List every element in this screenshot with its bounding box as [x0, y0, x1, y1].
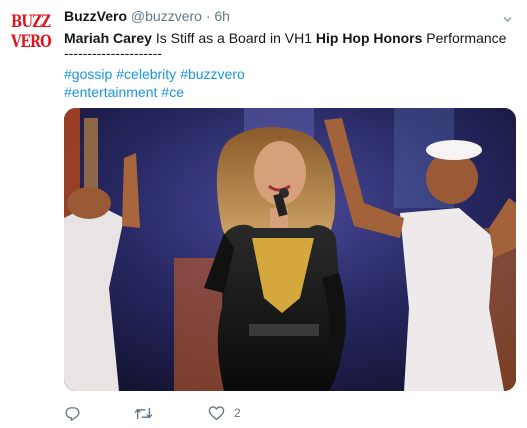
tweet-text-dashes: ---------------------: [64, 45, 162, 61]
timestamp[interactable]: 6h: [214, 8, 230, 24]
hashtag-link[interactable]: #ce: [161, 84, 184, 100]
hashtag-link[interactable]: #entertainment: [64, 84, 157, 100]
tweet-text-mid: Is Stiff as a Board in VH1: [151, 30, 316, 46]
display-name[interactable]: BuzzVero: [64, 8, 127, 24]
heart-icon: [208, 405, 225, 421]
hashtag-link[interactable]: #celebrity: [116, 66, 176, 82]
handle[interactable]: @buzzvero: [131, 8, 202, 24]
tweet-text-bold-2: Hip Hop Honors: [315, 30, 423, 46]
reply-icon: [64, 405, 81, 422]
retweet-icon: [134, 405, 153, 422]
tweet[interactable]: BUZZ VERO BuzzVero @buzzvero · 6h Mariah…: [0, 0, 527, 428]
hashtag-link[interactable]: #gossip: [64, 66, 112, 82]
retweet-button[interactable]: [134, 403, 153, 423]
chevron-down-icon[interactable]: [503, 11, 512, 22]
tweet-text-end: Performance: [422, 30, 507, 46]
like-count: 2: [234, 406, 241, 420]
avatar-logo-line2: VERO: [11, 32, 52, 52]
hashtags-line-2: #entertainment #ce: [64, 84, 188, 100]
separator: ·: [205, 8, 211, 24]
like-button[interactable]: 2: [208, 403, 241, 423]
tweet-photo[interactable]: [64, 108, 516, 391]
hashtags-line-1: #gossip #celebrity #buzzvero: [64, 66, 249, 82]
avatar-logo-line1: BUZZ: [11, 12, 51, 32]
tweet-header: BuzzVero @buzzvero · 6h: [64, 8, 230, 24]
avatar[interactable]: BUZZ VERO: [9, 10, 55, 56]
hashtag-link[interactable]: #buzzvero: [180, 66, 245, 82]
tweet-actions: 2: [64, 403, 364, 423]
reply-button[interactable]: [64, 403, 81, 423]
tweet-text-bold-1: Mariah Carey: [64, 30, 152, 46]
